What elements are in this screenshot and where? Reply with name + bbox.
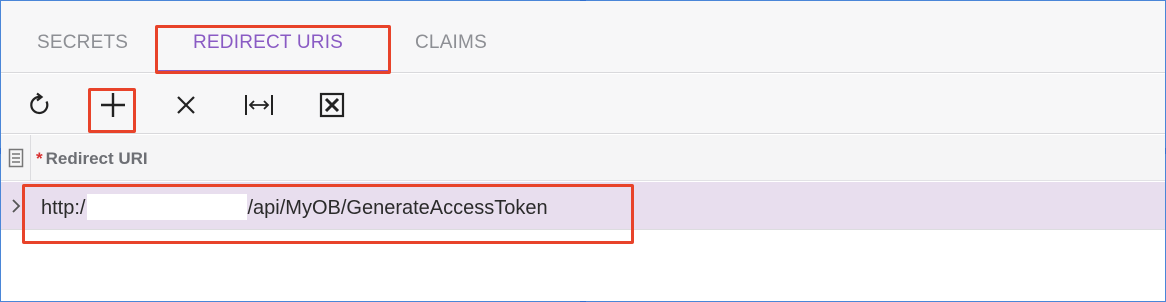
uri-prefix: http:/ [41, 197, 86, 219]
tab-bar: SECRETS REDIRECT URIS CLAIMS [1, 1, 1165, 73]
active-tab-indicator [158, 70, 390, 73]
delete-row-button[interactable] [169, 88, 203, 122]
excel-icon [319, 92, 345, 118]
refresh-icon [30, 92, 49, 115]
fit-width-icon [245, 95, 273, 115]
export-excel-button[interactable] [315, 88, 349, 122]
plus-icon [101, 93, 125, 117]
row-selector[interactable] [1, 182, 31, 230]
chevron-right-icon [12, 199, 21, 213]
row-header-column[interactable] [1, 135, 31, 181]
tab-secrets[interactable]: SECRETS [37, 1, 128, 73]
uri-suffix: /api/MyOB/GenerateAccessToken [247, 197, 548, 219]
required-marker: * [36, 149, 43, 168]
tab-redirect-uris[interactable]: REDIRECT URIS [193, 1, 343, 73]
grid-empty-area [1, 231, 1165, 301]
redacted-host [87, 193, 248, 220]
column-header-redirect-uri[interactable]: * Redirect URI [36, 149, 148, 169]
redirect-uri-cell[interactable]: http:/ /api/MyOB/GenerateAccessToken [41, 182, 548, 230]
close-icon [177, 96, 195, 114]
grid-header: * Redirect URI [1, 135, 1165, 181]
fit-to-screen-button[interactable] [242, 88, 276, 122]
grid-toolbar [1, 74, 1165, 134]
tab-claims[interactable]: CLAIMS [415, 1, 487, 73]
table-row[interactable]: http:/ /api/MyOB/GenerateAccessToken [1, 182, 1165, 230]
column-header-label: Redirect URI [45, 149, 148, 168]
add-row-button[interactable] [96, 88, 130, 122]
refresh-button[interactable] [23, 88, 57, 122]
file-icon [8, 148, 23, 168]
